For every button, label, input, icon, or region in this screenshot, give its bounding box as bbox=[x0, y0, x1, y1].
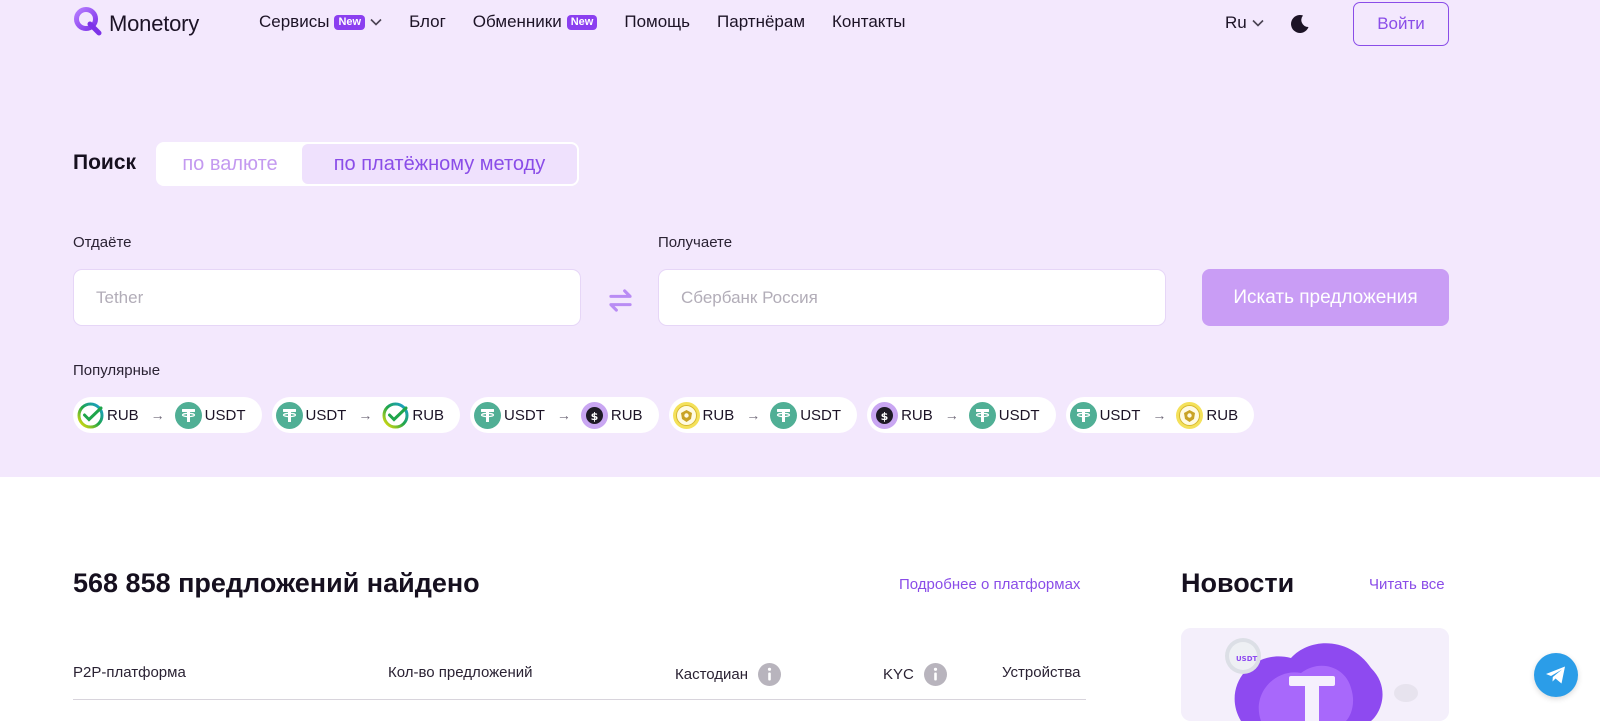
news-title: Новости bbox=[1181, 568, 1295, 598]
nav-item-contacts[interactable]: Контакты bbox=[832, 12, 905, 32]
arrow-right-icon: → bbox=[358, 407, 373, 423]
news-image: USDT bbox=[1181, 628, 1449, 721]
pair-from-code: USDT bbox=[504, 406, 545, 424]
nav-item-label: Обменники bbox=[472, 12, 562, 31]
tether-icon bbox=[174, 401, 202, 429]
platforms-more-link[interactable]: Подробнее о платформах bbox=[899, 576, 1080, 593]
nav-item-blog[interactable]: Блог bbox=[409, 12, 446, 32]
main-nav: Сервисы New Блог Обменники New Помощь Па… bbox=[259, 12, 932, 32]
login-button[interactable]: Войти bbox=[1353, 2, 1449, 46]
popular-pairs: RUB → USDT USDT → RUB USDT → $ RUB RUB → USDT $ RUB → US… bbox=[73, 397, 1264, 433]
new-badge: New bbox=[566, 14, 598, 30]
pair-from-code: USDT bbox=[305, 406, 347, 424]
popular-pair-chip[interactable]: USDT → RUB bbox=[271, 397, 461, 433]
read-all-news-link[interactable]: Читать все bbox=[1369, 576, 1445, 593]
pair-from-code: RUB bbox=[702, 406, 735, 424]
arrow-right-icon: → bbox=[150, 407, 165, 423]
search-mode-currency[interactable]: по валюте bbox=[158, 144, 302, 184]
logo[interactable]: Monetory bbox=[73, 6, 199, 41]
nav-item-label: Партнёрам bbox=[717, 12, 806, 31]
language-selector[interactable]: Ru bbox=[1225, 13, 1264, 33]
logo-text: Monetory bbox=[109, 10, 200, 36]
nav-item-help[interactable]: Помощь bbox=[624, 12, 690, 32]
search-label: Поиск bbox=[73, 151, 137, 174]
column-header-platform[interactable]: P2P-платформа bbox=[73, 664, 186, 681]
chevron-down-icon bbox=[370, 18, 382, 26]
nav-item-exchangers[interactable]: Обменники New bbox=[473, 12, 598, 32]
search-mode-payment-method[interactable]: по платёжному методу bbox=[302, 144, 577, 184]
tether-icon bbox=[968, 401, 996, 429]
popular-pair-chip[interactable]: USDT → $ RUB bbox=[470, 397, 659, 433]
dollar-coin-icon: $ bbox=[871, 401, 899, 429]
arrow-right-icon: → bbox=[746, 407, 761, 423]
column-label: P2P-платформа bbox=[73, 664, 186, 681]
column-label: Устройства bbox=[1002, 664, 1081, 681]
nav-item-partners[interactable]: Партнёрам bbox=[717, 12, 805, 32]
arrow-right-icon: → bbox=[1152, 407, 1167, 423]
arrow-right-icon: → bbox=[944, 407, 959, 423]
nav-item-label: Сервисы bbox=[259, 12, 330, 31]
column-label: Кол-во предложений bbox=[388, 664, 533, 681]
popular-label: Популярные bbox=[73, 362, 161, 379]
info-icon[interactable] bbox=[923, 663, 947, 686]
nav-item-label: Контакты bbox=[832, 12, 906, 31]
give-label: Отдаёте bbox=[73, 234, 132, 251]
popular-pair-chip[interactable]: USDT → RUB bbox=[1065, 397, 1255, 433]
nav-item-services[interactable]: Сервисы New bbox=[259, 12, 382, 32]
swap-arrows-icon[interactable] bbox=[604, 284, 637, 322]
column-label: KYC bbox=[883, 666, 914, 683]
tether-icon bbox=[474, 401, 502, 429]
pair-to-code: RUB bbox=[1206, 406, 1239, 424]
arrow-right-icon: → bbox=[556, 407, 571, 423]
tether-icon bbox=[1069, 401, 1097, 429]
popular-pair-chip[interactable]: RUB → USDT bbox=[73, 397, 262, 433]
column-header-custodian[interactable]: Кастодиан bbox=[675, 663, 782, 686]
search-offers-button[interactable]: Искать предложения bbox=[1202, 269, 1449, 326]
svg-text:$: $ bbox=[591, 410, 599, 423]
news-card-badge: USDT bbox=[1236, 655, 1258, 663]
column-label: Кастодиан bbox=[675, 666, 749, 683]
site-header: Monetory Сервисы New Блог Обменники New … bbox=[0, 0, 1600, 50]
receive-input[interactable] bbox=[658, 269, 1166, 326]
nav-item-label: Помощь bbox=[624, 12, 691, 31]
bank-crest-icon bbox=[1176, 401, 1204, 429]
bank-crest-icon bbox=[672, 401, 700, 429]
give-input[interactable] bbox=[73, 269, 581, 326]
language-label: Ru bbox=[1225, 13, 1247, 32]
nav-item-label: Блог bbox=[409, 12, 446, 31]
column-header-kyc[interactable]: KYC bbox=[883, 663, 947, 686]
info-icon[interactable] bbox=[758, 663, 782, 686]
pair-to-code: RUB bbox=[610, 406, 643, 424]
dollar-coin-icon: $ bbox=[580, 401, 608, 429]
pair-from-code: RUB bbox=[107, 406, 139, 424]
tether-icon bbox=[770, 401, 798, 429]
table-divider bbox=[73, 699, 1086, 700]
telegram-icon bbox=[1546, 666, 1565, 684]
pair-to-code: RUB bbox=[412, 406, 445, 424]
column-header-devices[interactable]: Устройства bbox=[1002, 664, 1080, 681]
sber-icon bbox=[382, 402, 409, 429]
pair-to-code: USDT bbox=[998, 406, 1040, 424]
svg-text:$: $ bbox=[881, 410, 889, 423]
popular-pair-chip[interactable]: $ RUB → USDT bbox=[867, 397, 1056, 433]
popular-pair-chip[interactable]: RUB → USDT bbox=[668, 397, 858, 433]
pair-to-code: USDT bbox=[204, 406, 246, 424]
results-title: 568 858 предложений найдено bbox=[73, 568, 480, 598]
chevron-down-icon bbox=[1252, 19, 1264, 27]
search-mode-toggle: по валюте по платёжному методу bbox=[156, 142, 579, 186]
moon-icon[interactable] bbox=[1290, 14, 1310, 39]
receive-label: Получаете bbox=[658, 234, 733, 251]
sber-icon bbox=[77, 402, 104, 429]
news-card[interactable]: USDT bbox=[1181, 628, 1449, 721]
pair-to-code: USDT bbox=[800, 406, 842, 424]
pair-from-code: RUB bbox=[901, 406, 933, 424]
monetory-logo-icon bbox=[73, 6, 103, 41]
pair-from-code: USDT bbox=[1099, 406, 1141, 424]
new-badge: New bbox=[334, 14, 366, 30]
column-header-offers-count[interactable]: Кол-во предложений bbox=[388, 664, 533, 681]
tether-icon bbox=[275, 401, 303, 429]
telegram-button[interactable] bbox=[1534, 653, 1578, 697]
